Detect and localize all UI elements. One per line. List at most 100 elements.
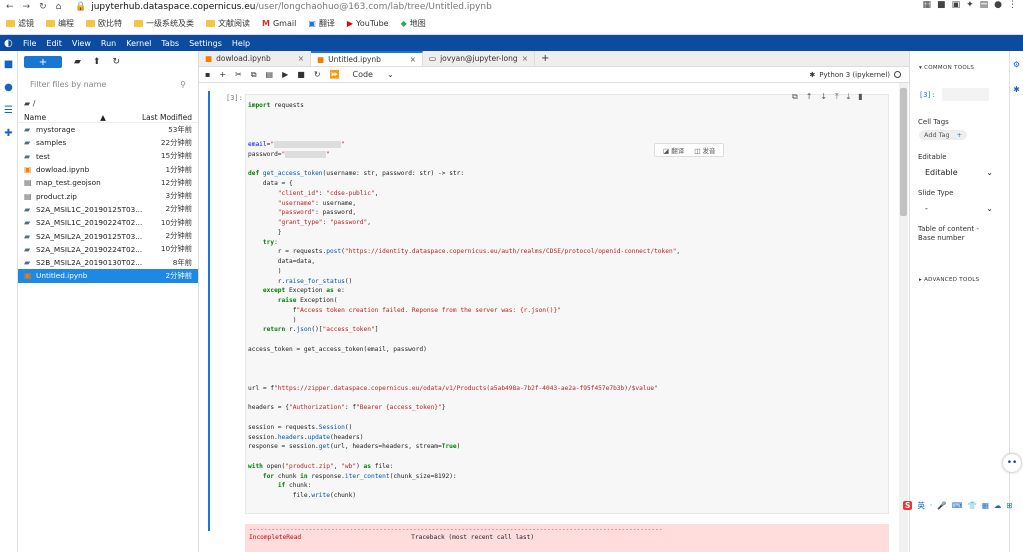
- forward-icon[interactable]: →: [23, 2, 31, 12]
- editable-select[interactable]: Editable ⌄: [919, 166, 999, 178]
- file-row[interactable]: ▰ S2B_MSIL2A_20190130T02... 8年前: [18, 256, 198, 269]
- file-row[interactable]: ▰ S2A_MSIL2A_20190125T03... 2分钟前: [18, 229, 198, 242]
- kernel-indicator[interactable]: ✱ Python 3 (ipykernel): [809, 71, 901, 79]
- file-row[interactable]: ▰ S2A_MSIL2A_20190224T02... 10分钟前: [18, 243, 198, 256]
- assistant-icon[interactable]: ••: [1003, 454, 1021, 472]
- upload-icon[interactable]: ⬆: [93, 57, 101, 67]
- tab-terminal[interactable]: ▭jovyan@jupyter-longchaohuo ×: [423, 51, 535, 66]
- ime-punct-icon[interactable]: ·: [930, 501, 932, 510]
- bookmark-item[interactable]: 滤镜: [6, 18, 34, 29]
- ime-lang-icon[interactable]: 英: [917, 500, 925, 511]
- prompt-input[interactable]: [941, 88, 989, 101]
- tab-dowload[interactable]: ■ dowload.ipynb ×: [199, 51, 311, 66]
- profile-icon[interactable]: ●: [994, 0, 1002, 10]
- bookmark-item[interactable]: ▣ 翻译: [308, 18, 335, 29]
- running-icon[interactable]: ●: [4, 82, 13, 93]
- menu-view[interactable]: View: [67, 39, 96, 48]
- translate-button[interactable]: ◪ 翻译: [663, 145, 684, 155]
- menu-tabs[interactable]: Tabs: [156, 39, 184, 48]
- ime-voice-icon[interactable]: 🎤: [937, 501, 946, 510]
- url-field[interactable]: 🔒 jupyterhub.dataspace.copernicus.eu/use…: [75, 2, 492, 12]
- ime-logo-icon[interactable]: S: [903, 500, 913, 510]
- duplicate-icon[interactable]: ⧉: [792, 92, 798, 102]
- file-row[interactable]: ▰ S2A_MSIL1C_20190224T02... 10分钟前: [18, 216, 198, 229]
- extensions-icon[interactable]: ✚: [4, 128, 12, 139]
- menu-help[interactable]: Help: [227, 39, 255, 48]
- ime-grid-icon[interactable]: ▦: [982, 501, 989, 510]
- delete-icon[interactable]: ▮: [858, 92, 862, 102]
- back-icon[interactable]: ←: [6, 2, 14, 12]
- refresh-icon[interactable]: ↻: [112, 57, 120, 67]
- menu-settings[interactable]: Settings: [184, 39, 227, 48]
- ime-cloud-icon[interactable]: ☁: [994, 501, 1002, 510]
- fast-forward-icon[interactable]: ⏩: [330, 70, 340, 79]
- extension-icon[interactable]: ■: [937, 0, 946, 10]
- copy-icon[interactable]: ⧉: [251, 70, 257, 80]
- ime-menu-icon[interactable]: ⊞: [1006, 501, 1012, 510]
- sidebar-icon[interactable]: ▤: [980, 0, 989, 10]
- debugger-icon[interactable]: ✱: [1013, 85, 1020, 94]
- ime-keyboard-icon[interactable]: ⌨: [952, 501, 963, 510]
- add-tag-button[interactable]: Add Tag +: [919, 130, 967, 140]
- file-search-input[interactable]: Filter files by name ⚲: [24, 77, 192, 91]
- file-row[interactable]: ▣ Untitled.ipynb 2分钟前: [18, 269, 198, 283]
- file-row[interactable]: ▣ dowload.ipynb 1分钟前: [18, 163, 198, 176]
- insert-cell-icon[interactable]: +: [219, 70, 226, 79]
- bug-icon[interactable]: ✱: [809, 71, 815, 79]
- folder-icon[interactable]: ■: [4, 59, 13, 70]
- insert-below-icon[interactable]: ⤓: [847, 92, 851, 102]
- scrollbar-thumb[interactable]: [900, 88, 907, 216]
- reload-icon[interactable]: ↻: [39, 2, 47, 12]
- move-down-icon[interactable]: ↓: [820, 92, 827, 102]
- paste-icon[interactable]: ▤: [266, 70, 274, 79]
- save-icon[interactable]: ▪: [205, 70, 210, 79]
- new-tab-button[interactable]: +: [535, 51, 549, 66]
- breadcrumb[interactable]: ▰ /: [18, 95, 198, 109]
- close-icon[interactable]: ×: [410, 55, 416, 64]
- menu-kernel[interactable]: Kernel: [121, 39, 156, 48]
- insert-above-icon[interactable]: ⤒: [835, 92, 839, 102]
- extension-icon[interactable]: ▣: [952, 0, 961, 10]
- move-up-icon[interactable]: ↑: [806, 92, 813, 102]
- extension-icon[interactable]: ▦: [923, 0, 932, 10]
- file-row[interactable]: ▰ samples 22分钟前: [18, 136, 198, 149]
- bookmark-item[interactable]: 文献阅读: [206, 18, 250, 29]
- gear-icon[interactable]: ⚙: [1013, 60, 1020, 69]
- notebook-scrollbar[interactable]: [899, 83, 908, 552]
- new-folder-icon[interactable]: ▰: [74, 57, 81, 67]
- close-icon[interactable]: ×: [522, 54, 528, 63]
- file-row[interactable]: ▰ mystorage 53年前: [18, 123, 198, 136]
- slide-type-select[interactable]: - ⌄: [919, 202, 999, 214]
- bookmark-item[interactable]: ◆ 地图: [401, 18, 426, 29]
- run-icon[interactable]: ▶: [282, 70, 288, 79]
- bookmark-item[interactable]: 欧比特: [86, 18, 122, 29]
- file-row[interactable]: ▤ map_test.geojson 12分钟前: [18, 176, 198, 189]
- menu-edit[interactable]: Edit: [41, 39, 67, 48]
- menu-file[interactable]: File: [18, 39, 41, 48]
- common-tools-header[interactable]: ▾ COMMON TOOLS: [919, 65, 974, 71]
- col-name[interactable]: Name: [24, 113, 46, 122]
- menu-run[interactable]: Run: [96, 39, 121, 48]
- file-row[interactable]: ▤ product.zip 3分钟前: [18, 189, 198, 202]
- file-row[interactable]: ▰ test 15分钟前: [18, 150, 198, 163]
- stop-icon[interactable]: ■: [297, 70, 305, 79]
- ime-skin-icon[interactable]: 👕: [967, 501, 976, 510]
- bookmark-item[interactable]: 编程: [46, 18, 74, 29]
- bookmark-item[interactable]: ▶ YouTube: [347, 19, 389, 28]
- file-row[interactable]: ▰ S2A_MSIL1C_20190125T03... 2分钟前: [18, 203, 198, 216]
- col-modified[interactable]: Last Modified: [142, 113, 192, 122]
- sort-icon[interactable]: ▲: [100, 113, 106, 122]
- cell-type-select[interactable]: Code ⌄: [353, 70, 394, 79]
- puzzle-icon[interactable]: ✦: [966, 0, 974, 10]
- toc-icon[interactable]: ☰: [4, 105, 13, 116]
- bookmark-item[interactable]: 一级系统及类: [134, 18, 194, 29]
- home-icon[interactable]: ⌂: [56, 2, 62, 12]
- bookmark-item[interactable]: M Gmail: [262, 19, 296, 28]
- restart-icon[interactable]: ↻: [314, 70, 321, 79]
- advanced-tools-header[interactable]: ▸ ADVANCED TOOLS: [919, 277, 979, 283]
- pronounce-button[interactable]: ◫ 发音: [694, 145, 715, 155]
- cut-icon[interactable]: ✂: [235, 70, 242, 79]
- close-icon[interactable]: ×: [298, 54, 304, 63]
- more-icon[interactable]: ⋮: [1008, 0, 1017, 10]
- tab-untitled[interactable]: ■ Untitled.ipynb ×: [311, 51, 423, 66]
